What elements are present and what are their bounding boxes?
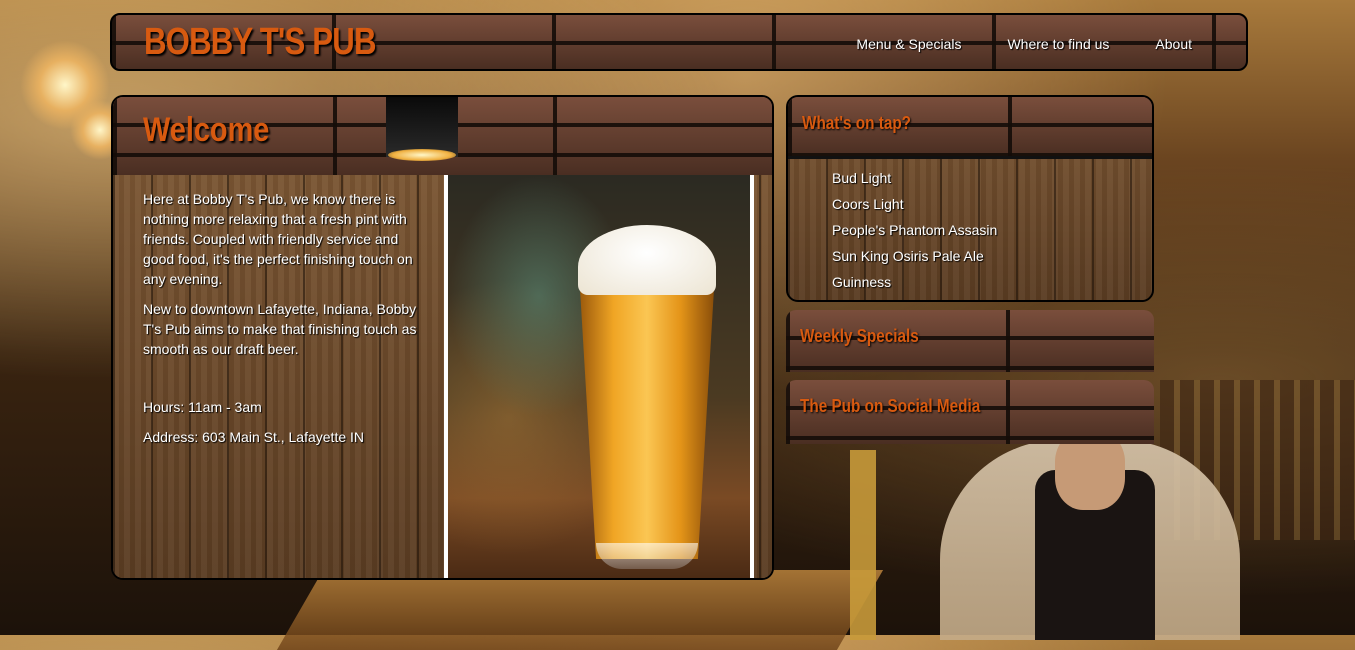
on-tap-panel: What's on tap? Bud Light Coors Light Peo… <box>786 95 1154 302</box>
list-item: People's Phantom Assasin <box>832 222 998 238</box>
social-media-header: The Pub on Social Media <box>786 380 1154 442</box>
welcome-body: Here at Bobby T's Pub, we know there is … <box>113 175 772 578</box>
bar-counter <box>276 570 884 650</box>
weekly-specials-panel[interactable]: Weekly Specials <box>786 310 1154 372</box>
welcome-paragraph: New to downtown Lafayette, Indiana, Bobb… <box>143 301 417 357</box>
social-media-panel[interactable]: The Pub on Social Media <box>786 380 1154 444</box>
welcome-panel: Welcome Here at Bobby T's Pub, we know t… <box>111 95 774 580</box>
weekly-specials-heading[interactable]: Weekly Specials <box>800 326 919 347</box>
hours-text: Hours: 11am - 3am <box>143 399 262 415</box>
site-header: BOBBY T'S PUB Menu & Specials Where to f… <box>110 13 1248 71</box>
tap-list: Bud Light Coors Light People's Phantom A… <box>788 159 1152 295</box>
glass-base <box>596 543 698 569</box>
welcome-text: Here at Bobby T's Pub, we know there is … <box>143 189 425 457</box>
on-tap-heading: What's on tap? <box>802 113 912 133</box>
address-text: Address: 603 Main St., Lafayette IN <box>143 429 365 445</box>
pendant-lamp-glow <box>388 149 456 161</box>
beer-liquid <box>580 289 714 559</box>
site-title[interactable]: BOBBY T'S PUB <box>144 21 376 64</box>
main-nav: Menu & Specials Where to find us About <box>856 15 1246 69</box>
beer-glass-photo <box>444 175 754 578</box>
list-item: Coors Light <box>832 196 904 212</box>
weekly-specials-header: Weekly Specials <box>786 310 1154 372</box>
welcome-header: Welcome <box>113 97 772 175</box>
list-item: Sun King Osiris Pale Ale <box>832 248 984 264</box>
beer-glass <box>578 225 716 570</box>
welcome-heading: Welcome <box>143 111 270 149</box>
pendant-lamp <box>386 97 458 157</box>
list-item: Guinness <box>832 274 892 290</box>
nav-menu-specials[interactable]: Menu & Specials <box>856 36 961 52</box>
social-media-heading[interactable]: The Pub on Social Media <box>800 396 980 417</box>
on-tap-header: What's on tap? <box>788 97 1152 159</box>
list-item: Bud Light <box>832 170 892 186</box>
pillar <box>850 450 876 640</box>
welcome-paragraph: Here at Bobby T's Pub, we know there is … <box>143 191 413 287</box>
nav-where-to-find-us[interactable]: Where to find us <box>1007 36 1109 52</box>
nav-about[interactable]: About <box>1155 36 1192 52</box>
beer-foam <box>578 225 716 295</box>
